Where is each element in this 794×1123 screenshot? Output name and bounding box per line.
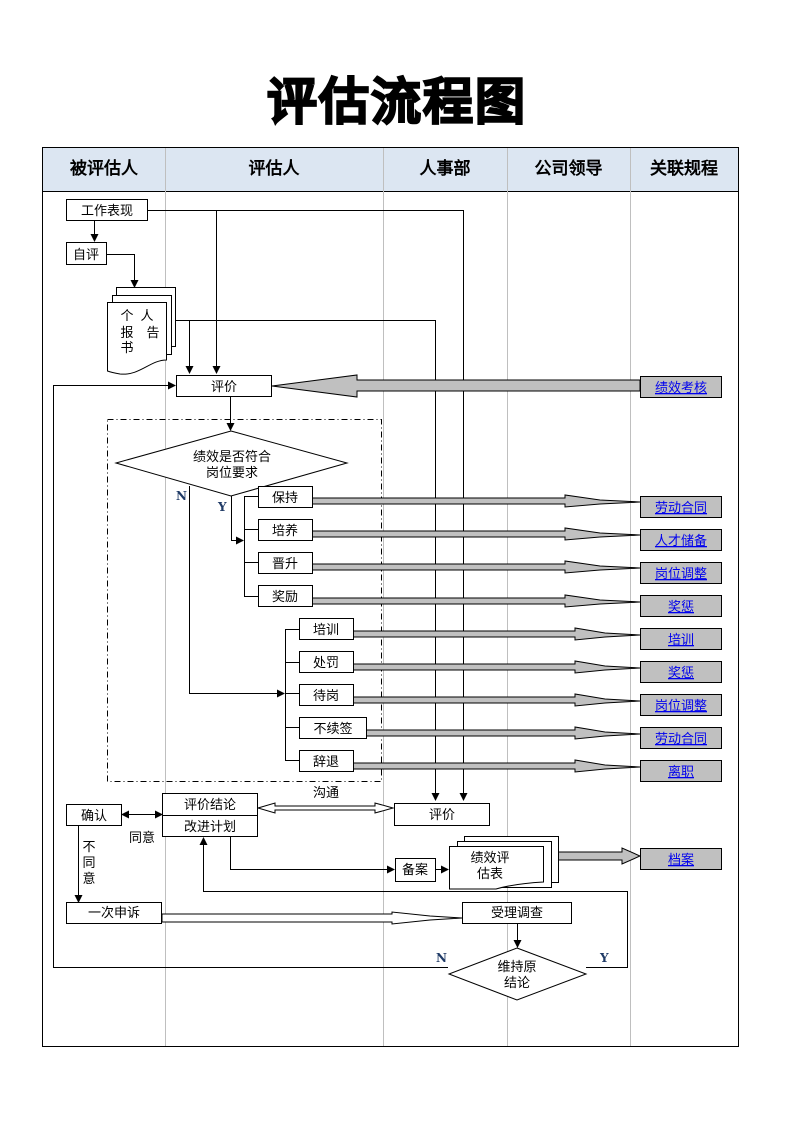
link-archive[interactable]: 档案 (668, 853, 694, 868)
label-yes: Y (217, 500, 227, 514)
fat-arrow-reward (311, 594, 641, 608)
label-maintain-no: N (436, 951, 447, 965)
label-disagree-1: 不 (82, 840, 95, 855)
label-appeal: 一次申诉 (88, 905, 140, 921)
label-report-2: 报 (120, 326, 133, 341)
connector (230, 837, 395, 874)
link-reward-punish-2[interactable]: 奖惩 (668, 666, 694, 681)
label-outcome-standby: 待岗 (313, 689, 339, 704)
label-outcome-cultivate: 培养 (272, 523, 298, 539)
fat-arrow-keep (311, 494, 641, 508)
connector (231, 496, 244, 545)
label-decision-maintain-1: 维持原 (497, 960, 536, 975)
label-report-1: 个 (120, 309, 133, 324)
fat-arrow-dismiss (352, 759, 641, 773)
fat-arrow-punish (352, 660, 641, 674)
label-decision-maintain-2: 结论 (504, 976, 530, 991)
connector (107, 254, 139, 288)
link-talent-reserve[interactable]: 人才储备 (655, 533, 707, 549)
label-evaluate-assessor: 评价 (211, 380, 237, 395)
label-file-record: 备案 (402, 862, 428, 878)
label-decision-meets-1: 绩效是否符合 (193, 449, 271, 465)
label-outcome-punish: 处罚 (313, 656, 339, 671)
fat-arrow-appeal (161, 911, 463, 925)
label-outcome-promote: 晋升 (272, 557, 298, 572)
link-labor-contract-2[interactable]: 劳动合同 (655, 731, 707, 747)
label-improve-plan: 改进计划 (184, 820, 236, 835)
label-outcome-no-renew: 不续签 (313, 721, 352, 737)
link-position-adjust-2[interactable]: 岗位调整 (655, 699, 707, 714)
label-investigate: 受理调查 (491, 906, 543, 921)
label-no: N (176, 489, 187, 503)
label-evaluate-hr: 评价 (429, 808, 455, 823)
label-conclusion: 评价结论 (184, 798, 236, 813)
fat-arrow-train (352, 627, 641, 641)
label-confirm: 确认 (81, 809, 107, 824)
label-maintain-yes: Y (599, 951, 609, 965)
link-reward-punish[interactable]: 奖惩 (668, 600, 694, 615)
label-disagree-3: 意 (82, 871, 95, 887)
label-outcome-reward: 奖励 (272, 590, 298, 605)
fat-arrow-promote (311, 560, 641, 574)
label-self-eval: 自评 (73, 248, 99, 263)
label-report-3: 书 (120, 341, 133, 356)
label-work-performance: 工作表现 (81, 204, 133, 219)
fat-arrow-standby (352, 693, 641, 707)
label-eval-form-2: 估表 (477, 867, 503, 882)
fat-arrow-performance-review (271, 374, 641, 398)
label-outcome-train: 培训 (313, 622, 339, 638)
label-decision-meets-2: 岗位要求 (206, 466, 258, 481)
label-eval-form-1: 绩效评 (470, 851, 509, 866)
flowchart: 工作表现 自评 个 报 书 评价 绩效是否符合 岗位要求 保持 培养 晋升 奖励… (53, 148, 722, 1046)
fat-arrow-archive (557, 847, 642, 865)
fat-arrow-no-renew (365, 726, 641, 740)
link-performance-review[interactable]: 绩效考核 (655, 381, 707, 396)
fat-arrow-cultivate (311, 527, 641, 541)
link-position-adjust[interactable]: 岗位调整 (655, 567, 707, 582)
double-arrow-communicate (256, 802, 395, 814)
label-agree: 同意 (129, 830, 155, 846)
label-outcome-keep: 保持 (272, 491, 298, 506)
link-resignation[interactable]: 离职 (668, 764, 694, 780)
label-communicate: 沟通 (313, 786, 339, 801)
label-report-side: 人 (140, 309, 153, 324)
link-keep-labor-contract[interactable]: 劳动合同 (655, 500, 707, 516)
label-report-side-2: 告 (146, 326, 159, 341)
label-outcome-dismiss: 辞退 (313, 755, 339, 770)
label-disagree-2: 同 (82, 856, 95, 871)
link-training[interactable]: 培训 (668, 632, 694, 648)
